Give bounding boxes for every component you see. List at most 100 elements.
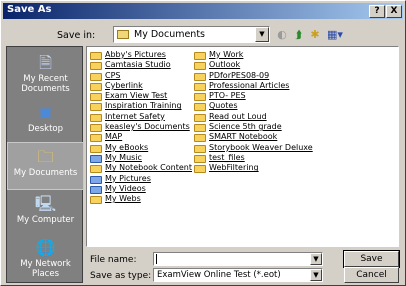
folder-icon xyxy=(90,134,102,143)
folder-icon xyxy=(194,52,206,60)
folder-icon xyxy=(90,72,102,81)
file-label: Abby's Pictures xyxy=(105,50,166,59)
list-item[interactable]: My Music xyxy=(90,153,192,163)
folder-icon xyxy=(194,62,206,71)
folder-icon xyxy=(117,30,129,39)
list-item[interactable]: Internet Safety xyxy=(90,112,192,122)
file-label: Storybook Weaver Deluxe xyxy=(209,142,313,152)
list-item[interactable]: Exam View Test xyxy=(90,91,192,102)
list-item[interactable]: SMART Notebook xyxy=(194,132,313,143)
list-item[interactable]: Outlook xyxy=(194,60,313,71)
file-label: PTO- PES xyxy=(209,91,246,101)
list-item[interactable]: Science 5th grade xyxy=(194,122,313,133)
file-label: Science 5th grade xyxy=(209,122,282,132)
list-item[interactable]: My Pictures xyxy=(90,174,192,184)
place-my-recent-documents[interactable]: 🗎 My Recent Documents xyxy=(7,49,84,97)
place-my-network-places[interactable]: 🌐 My Network Places xyxy=(7,234,84,282)
back-icon[interactable]: ◐ xyxy=(274,28,290,42)
new-folder-icon[interactable]: ✱ xyxy=(307,28,323,42)
title-bar[interactable]: Save As ? X xyxy=(3,3,403,19)
videos-folder-icon xyxy=(90,185,102,194)
list-item[interactable]: My Videos xyxy=(90,184,192,194)
file-label: Cyberlink xyxy=(105,80,143,90)
file-label: My Pictures xyxy=(105,173,151,183)
file-label: My Work xyxy=(209,50,244,59)
pictures-folder-icon xyxy=(90,175,102,184)
place-desktop[interactable]: ▣ Desktop xyxy=(7,99,84,147)
place-label: My Recent Documents xyxy=(21,74,70,94)
list-item[interactable]: My Work xyxy=(194,50,313,60)
views-menu-icon[interactable]: ▦▾ xyxy=(323,28,347,42)
my-documents-icon: 🗀 xyxy=(37,147,54,166)
place-label: My Documents xyxy=(13,168,78,178)
list-item[interactable]: PDforPES08-09 xyxy=(194,71,313,81)
place-label: Desktop xyxy=(27,124,64,134)
list-item[interactable]: Inspiration Training xyxy=(90,101,192,112)
list-item[interactable]: MAP xyxy=(90,132,192,143)
save-in-value: My Documents xyxy=(134,29,206,40)
file-label: Professional Articles xyxy=(209,80,290,90)
file-label: My Notebook Content xyxy=(105,163,192,173)
folder-icon xyxy=(90,124,102,133)
help-button[interactable]: ? xyxy=(369,5,385,18)
folder-icon xyxy=(194,82,206,91)
file-label: MAP xyxy=(105,132,123,142)
my-computer-icon: 🖳 xyxy=(34,194,57,213)
save-as-type-dropdown[interactable]: ExamView Online Test (*.eot) ▼ xyxy=(153,268,323,282)
file-column-1: Abby's Pictures Camtasia Studio CPS Cybe… xyxy=(90,50,192,205)
folder-icon xyxy=(194,103,206,112)
file-column-2: My Work Outlook PDforPES08-09 Profession… xyxy=(194,50,313,174)
folder-icon xyxy=(194,93,206,102)
place-my-computer[interactable]: 🖳 My Computer xyxy=(7,190,84,238)
list-item[interactable]: Quotes xyxy=(194,101,313,112)
chevron-down-icon[interactable]: ▼ xyxy=(310,269,322,281)
cancel-button[interactable]: Cancel xyxy=(344,267,399,283)
list-item[interactable]: My Notebook Content xyxy=(90,163,192,174)
folder-icon xyxy=(90,62,102,71)
list-item[interactable]: Abby's Pictures xyxy=(90,50,192,60)
file-name-input[interactable]: ▼ xyxy=(153,252,323,266)
file-label: My Music xyxy=(105,152,142,162)
list-item[interactable]: CPS xyxy=(90,71,192,81)
list-item[interactable]: keasley's Documents xyxy=(90,122,192,133)
save-button[interactable]: Save xyxy=(343,250,400,268)
folder-icon xyxy=(194,154,206,163)
folder-icon xyxy=(194,165,206,174)
folder-icon xyxy=(90,113,102,122)
list-item[interactable]: Camtasia Studio xyxy=(90,60,192,71)
chevron-down-icon[interactable]: ▼ xyxy=(310,253,322,265)
file-name-label: File name: xyxy=(90,255,137,265)
folder-icon xyxy=(90,165,102,174)
file-label: SMART Notebook xyxy=(209,132,278,142)
dialog-title: Save As xyxy=(7,4,52,15)
chevron-down-icon[interactable]: ▼ xyxy=(255,27,269,42)
save-in-label: Save in: xyxy=(57,30,96,41)
list-item[interactable]: Professional Articles xyxy=(194,81,313,91)
file-label: Internet Safety xyxy=(105,111,165,121)
save-as-type-label: Save as type: xyxy=(90,271,152,281)
music-folder-icon xyxy=(90,154,102,163)
network-places-icon: 🌐 xyxy=(35,238,56,257)
list-item[interactable]: My Webs xyxy=(90,194,192,205)
place-label: My Computer xyxy=(16,215,75,225)
list-item[interactable]: Cyberlink xyxy=(90,81,192,91)
place-my-documents[interactable]: 🗀 My Documents xyxy=(7,142,84,190)
file-label: PDforPES08-09 xyxy=(209,70,270,80)
file-label: WebFiltering xyxy=(209,163,259,173)
desktop-icon: ▣ xyxy=(37,103,54,122)
list-item[interactable]: WebFiltering xyxy=(194,163,313,174)
list-item[interactable]: My eBooks xyxy=(90,143,192,153)
list-item[interactable]: Storybook Weaver Deluxe xyxy=(194,143,313,153)
save-in-dropdown[interactable]: My Documents ▼ xyxy=(113,26,270,43)
list-item[interactable]: test_files xyxy=(194,153,313,163)
file-list[interactable]: Abby's Pictures Camtasia Studio CPS Cybe… xyxy=(86,46,399,247)
list-item[interactable]: PTO- PES xyxy=(194,91,313,102)
list-item[interactable]: Read out Loud xyxy=(194,112,313,122)
up-folder-icon[interactable]: ⮭ xyxy=(291,28,307,42)
file-label: Quotes xyxy=(209,101,238,111)
text-caret xyxy=(156,254,157,264)
file-label: My Videos xyxy=(105,183,146,193)
folder-icon xyxy=(194,113,206,122)
folder-icon xyxy=(90,196,102,205)
close-button[interactable]: X xyxy=(386,5,402,18)
